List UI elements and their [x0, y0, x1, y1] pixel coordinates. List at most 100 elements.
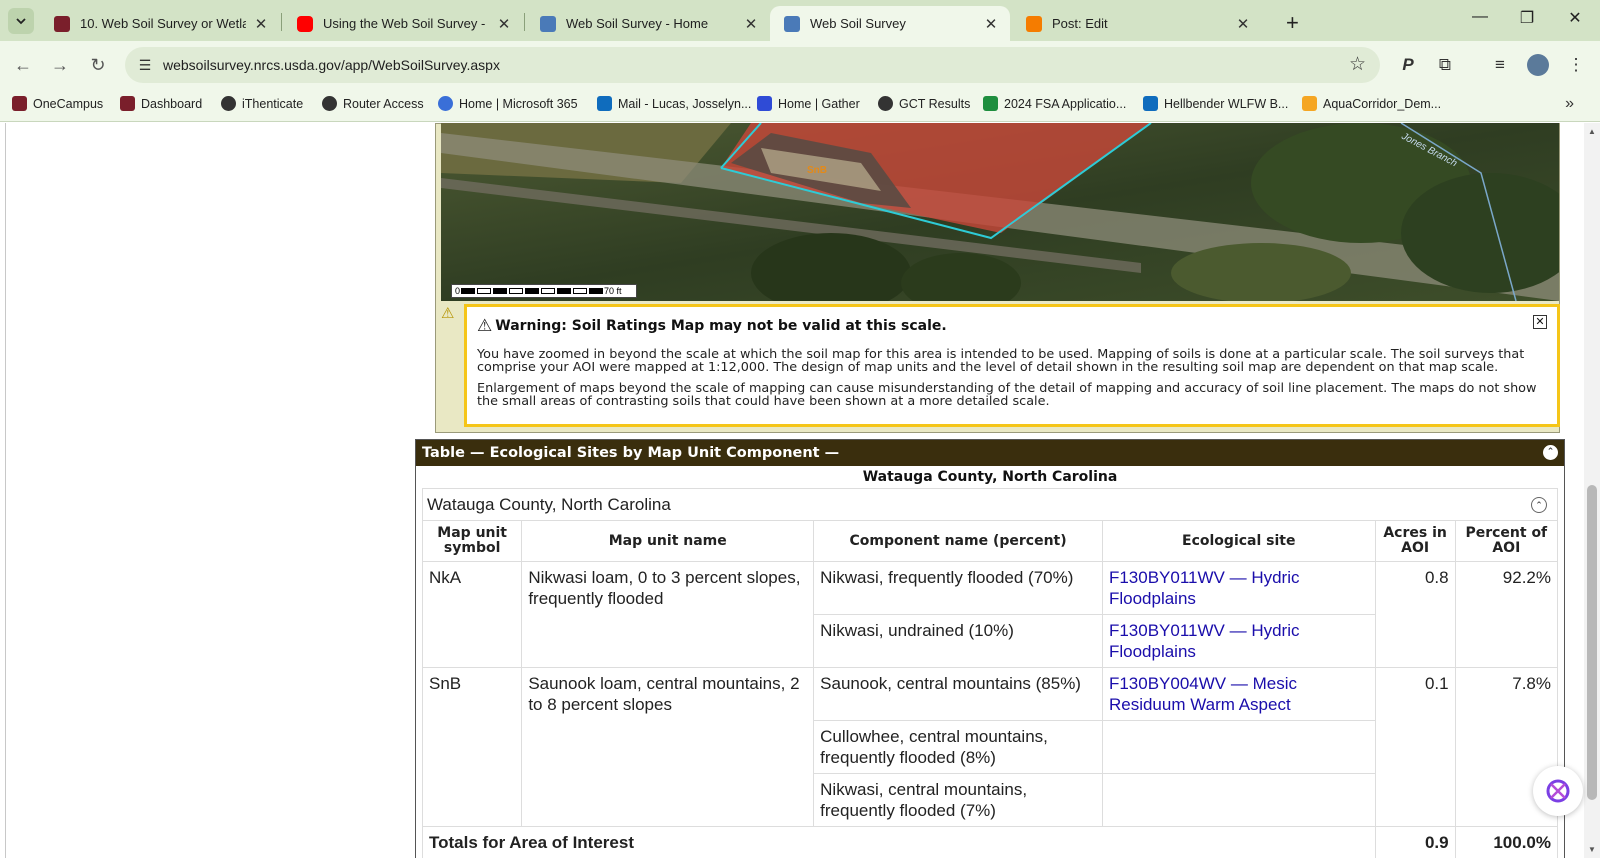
- assistant-button[interactable]: [1533, 766, 1583, 816]
- extension-p-icon[interactable]: P: [1396, 53, 1420, 77]
- microsoft-365-icon: [438, 96, 453, 111]
- tab-1[interactable]: 10. Web Soil Survey or Wetland ✕: [40, 6, 280, 41]
- table-row: SnB Saunook loam, central mountains, 2 t…: [421, 667, 1559, 827]
- close-icon[interactable]: ✕: [495, 15, 513, 33]
- bookmark-hellbender[interactable]: Hellbender WLFW B...: [1143, 96, 1288, 111]
- bookmark-label: Router Access: [343, 96, 424, 111]
- reload-icon[interactable]: ↻: [84, 51, 112, 79]
- ecological-site-link[interactable]: F130BY004WV — Mesic Residuum Warm Aspect: [1101, 667, 1376, 721]
- warning-title-text: Warning: Soil Ratings Map may not be val…: [495, 318, 947, 334]
- tab-separator: [524, 13, 525, 31]
- warning-close-button[interactable]: ✕: [1533, 315, 1547, 329]
- bookmark-onecampus[interactable]: OneCampus: [12, 96, 103, 111]
- bookmark-star-icon[interactable]: ☆: [1349, 53, 1366, 76]
- tab-title: Using the Web Soil Survey - You: [323, 16, 489, 31]
- col-header-component: Component name (percent): [813, 520, 1103, 562]
- assistant-swirl-icon: [1546, 779, 1570, 803]
- component-name: Nikwasi, frequently flooded (70%): [813, 561, 1103, 615]
- more-menu-icon[interactable]: ⋮: [1564, 53, 1588, 77]
- profile-avatar[interactable]: [1527, 54, 1549, 76]
- scale-segment: [541, 288, 556, 294]
- county-name: Watauga County, North Carolina: [427, 495, 671, 514]
- close-icon[interactable]: ✕: [982, 15, 1000, 33]
- browser-toolbar: ← → ↻ ☰ websoilsurvey.nrcs.usda.gov/app/…: [0, 41, 1600, 89]
- close-icon[interactable]: ✕: [252, 15, 270, 33]
- tab-2[interactable]: Using the Web Soil Survey - You ✕: [283, 6, 523, 41]
- bookmarks-bar: OneCampus Dashboard iThenticate Router A…: [0, 89, 1600, 122]
- address-bar[interactable]: ☰ websoilsurvey.nrcs.usda.gov/app/WebSoi…: [125, 47, 1380, 83]
- table-caption: Watauga County, North Carolina: [862, 469, 1118, 485]
- bookmark-label: GCT Results: [899, 96, 971, 111]
- scale-segment: [557, 288, 572, 294]
- extensions-puzzle-icon[interactable]: ⧉: [1433, 53, 1457, 77]
- map-scale-bar: 0 70 ft: [451, 284, 637, 298]
- map-unit-symbol: SnB: [421, 667, 523, 827]
- tab-4-active[interactable]: Web Soil Survey ✕: [770, 6, 1010, 41]
- bookmark-gct-results[interactable]: GCT Results: [878, 96, 970, 111]
- scroll-down-icon[interactable]: ▼: [1588, 845, 1596, 854]
- scroll-up-icon[interactable]: ▲: [1588, 127, 1596, 136]
- table-row: NkA Nikwasi loam, 0 to 3 percent slopes,…: [421, 561, 1559, 668]
- globe-icon: [878, 96, 893, 111]
- media-control-icon[interactable]: ≡: [1488, 53, 1512, 77]
- col-header-symbol: Map unit symbol: [421, 520, 523, 562]
- back-icon[interactable]: ←: [9, 51, 37, 79]
- bookmarks-overflow-icon[interactable]: »: [1565, 95, 1574, 113]
- forward-icon[interactable]: →: [46, 51, 74, 79]
- ecological-site-link[interactable]: F130BY011WV — Hydric Floodplains: [1101, 561, 1376, 615]
- bookmark-label: OneCampus: [33, 96, 104, 111]
- collapse-county-icon[interactable]: ⌃: [1531, 497, 1547, 513]
- bookmark-mail[interactable]: Mail - Lucas, Josselyn...: [597, 96, 751, 111]
- chevron-down-icon: [16, 18, 26, 25]
- tab-title: Post: Edit: [1052, 16, 1108, 31]
- ecological-site-empty: [1101, 720, 1376, 774]
- minimize-icon[interactable]: —: [1465, 8, 1495, 26]
- bookmark-router-access[interactable]: Router Access: [322, 96, 424, 111]
- scale-end-label: 70 ft: [604, 286, 622, 296]
- bookmark-aquacorridor[interactable]: AquaCorridor_Dem...: [1302, 96, 1441, 111]
- soil-map[interactable]: SnB Jones Branch: [441, 123, 1559, 301]
- warning-flag-icon: ⚠: [441, 305, 455, 322]
- bookmark-microsoft-365[interactable]: Home | Microsoft 365: [438, 96, 578, 111]
- bookmark-dashboard[interactable]: Dashboard: [120, 96, 202, 111]
- warning-title: ⚠ Warning: Soil Ratings Map may not be v…: [477, 316, 1547, 336]
- restore-icon[interactable]: ❐: [1512, 8, 1542, 28]
- close-icon[interactable]: ✕: [1234, 15, 1252, 33]
- usda-icon: [784, 15, 800, 32]
- tab-5[interactable]: Post: Edit ✕: [1012, 6, 1262, 41]
- close-window-icon[interactable]: ✕: [1560, 8, 1590, 28]
- scale-warning-box: ⚠ Warning: Soil Ratings Map may not be v…: [464, 304, 1560, 427]
- close-icon[interactable]: ✕: [742, 15, 760, 33]
- bookmark-label: AquaCorridor_Dem...: [1323, 96, 1442, 111]
- tab-favicon-icon: [54, 15, 70, 32]
- url-text[interactable]: websoilsurvey.nrcs.usda.gov/app/WebSoilS…: [163, 57, 500, 73]
- bookmark-label: iThenticate: [242, 96, 304, 111]
- collapse-icon[interactable]: ⌃: [1543, 445, 1558, 460]
- outlook-icon: [597, 96, 612, 111]
- bookmark-favicon-icon: [120, 96, 135, 111]
- scrollbar-thumb[interactable]: [1587, 485, 1597, 800]
- bookmark-label: Mail - Lucas, Josselyn...: [618, 96, 752, 111]
- page-viewport: SnB Jones Branch 0 70 ft ⚠ ⚠ Warning: So…: [0, 123, 1600, 858]
- scale-start-label: 0: [455, 286, 461, 296]
- bookmark-ithenticate[interactable]: iThenticate: [221, 96, 303, 111]
- tab-search-button[interactable]: [8, 8, 34, 34]
- scale-segment: [461, 288, 476, 294]
- component-name: Nikwasi, undrained (10%): [813, 614, 1103, 668]
- acres-in-aoi: 0.1: [1374, 667, 1456, 827]
- aquacorridor-icon: [1302, 96, 1317, 111]
- table-panel-header: Table — Ecological Sites by Map Unit Com…: [416, 440, 1564, 466]
- new-tab-button[interactable]: +: [1286, 10, 1299, 36]
- bookmark-gather[interactable]: Home | Gather: [757, 96, 860, 111]
- bookmark-label: Dashboard: [141, 96, 203, 111]
- tab-3[interactable]: Web Soil Survey - Home ✕: [526, 6, 770, 41]
- bookmark-fsa-application[interactable]: 2024 FSA Applicatio...: [983, 96, 1126, 111]
- ecological-site-link[interactable]: F130BY011WV — Hydric Floodplains: [1101, 614, 1376, 668]
- tab-separator: [281, 13, 282, 31]
- percent-of-aoi: 92.2%: [1454, 561, 1559, 668]
- totals-acres: 0.9: [1374, 826, 1456, 858]
- map-unit-symbol: NkA: [421, 561, 523, 668]
- page-scrollbar[interactable]: ▲ ▼: [1584, 123, 1600, 858]
- scale-segment: [589, 288, 604, 294]
- site-info-icon[interactable]: ☰: [135, 55, 155, 75]
